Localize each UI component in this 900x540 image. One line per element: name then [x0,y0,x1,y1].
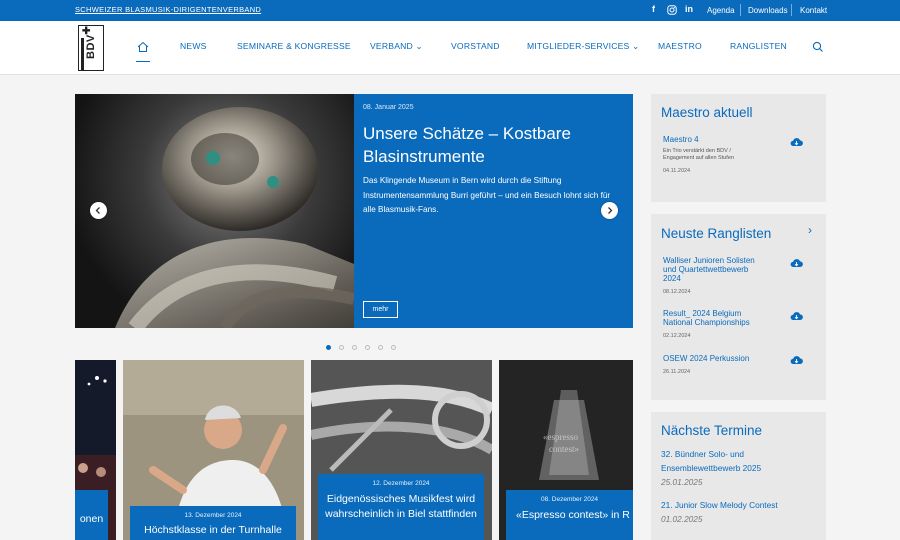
rangliste-item-title[interactable]: Walliser Junioren Solisten und Quartettw… [663,256,768,283]
chevron-right-icon[interactable]: › [808,223,812,237]
news-card-title: Höchstklasse in der Turnhalle [144,524,282,536]
slider-dot[interactable] [390,345,396,350]
rangliste-item-title[interactable]: Result_ 2024 Belgium National Championsh… [663,309,768,327]
chevron-down-icon: ⌄ [415,41,423,51]
nav-mitglieder-services[interactable]: MITGLIEDER-SERVICES ⌄ [527,41,640,52]
maestro-heading: Maestro aktuell [661,105,753,120]
nav-seminare[interactable]: SEMINARE & KONGRESSE [237,41,351,51]
rangliste-item[interactable]: Result_ 2024 Belgium National Championsh… [663,309,803,339]
news-card-title: «Espresso contest» in R musste abgesagt … [516,509,633,521]
nav-news[interactable]: NEWS [180,41,207,51]
linkedin-icon[interactable]: in [685,4,693,14]
maestro-item-subtitle: Ein Trio verstärkt den BDV / Engagement … [663,148,734,161]
nav-verband-label: VERBAND [370,41,413,51]
news-card[interactable]: 13. Dezember 2024 Höchstklasse in der Tu… [123,360,304,540]
nav-verband[interactable]: VERBAND ⌄ [370,41,423,52]
termine-panel: Nächste Termine 32. Bündner Solo- und En… [651,412,826,540]
chevron-left-icon [95,207,100,214]
news-card-label: 12. Dezember 2024 Eidgenössisches Musikf… [318,474,484,540]
downloads-link[interactable]: Downloads [748,6,788,15]
agenda-link[interactable]: Agenda [707,6,735,15]
org-name-link[interactable]: SCHWEIZER BLASMUSIK-DIRIGENTENVERBAND [75,5,261,14]
svg-text:«espresso: «espresso [543,432,578,442]
top-bar: SCHWEIZER BLASMUSIK-DIRIGENTENVERBAND f … [0,0,900,21]
hero-title[interactable]: Unsere Schätze – Kostbare Blasinstrument… [363,122,613,168]
nav-vorstand[interactable]: VORSTAND [451,41,500,51]
maestro-panel: Maestro aktuell Maestro 4 Ein Trio verst… [651,94,826,202]
news-card-date: 12. Dezember 2024 [372,480,430,487]
chevron-down-icon: ⌄ [632,41,640,51]
slider-dot[interactable] [351,345,357,350]
termin-item-date: 01.02.2025 [661,514,703,524]
logo-bar [81,38,84,70]
news-card[interactable]: 12. Dezember 2024 Eidgenössisches Musikf… [311,360,492,540]
hero-date: 08. Januar 2025 [363,104,414,111]
rangliste-item-date: 08.12.2024 [663,289,691,295]
hero-body: Das Klingende Museum in Bern wird durch … [363,176,611,214]
news-card[interactable]: «espresso contest» 08. Dezember 2024 «Es… [499,360,633,540]
news-card-title: onen [79,513,104,525]
slider-next-button[interactable] [601,202,618,219]
bdv-logo[interactable]: ✚ BDV [78,25,104,71]
logo-text: BDV [85,34,97,59]
rangliste-item-date: 02.12.2024 [663,333,691,339]
maestro-item-date: 04.11.2024 [663,168,691,174]
rangliste-item[interactable]: OSEW 2024 Perkussion 26.11.2024 [663,354,803,375]
news-card-date: 13. Dezember 2024 [184,512,242,519]
main-header: ✚ BDV NEWS SEMINARE & KONGRESSE VERBAND … [0,21,900,75]
nav-ranglisten[interactable]: RANGLISTEN [730,41,787,51]
termin-item[interactable]: 32. Bündner Solo- und Ensemblewettbewerb… [661,447,811,487]
trumpet-illustration [115,107,354,328]
home-active-indicator [136,61,150,62]
hero-text-panel: 08. Januar 2025 Unsere Schätze – Kostbar… [354,94,633,328]
slider-dot[interactable] [377,345,383,350]
rangliste-item[interactable]: Walliser Junioren Solisten und Quartettw… [663,256,803,295]
slider-dot[interactable] [364,345,370,350]
termin-item-title[interactable]: 21. Junior Slow Melody Contest [661,498,811,512]
rangliste-item-title[interactable]: OSEW 2024 Perkussion [663,354,803,363]
termin-item-date: 25.01.2025 [661,477,703,487]
nav-maestro[interactable]: MAESTRO [658,41,702,51]
hero-image [75,94,354,328]
cloud-download-icon[interactable] [790,137,803,147]
news-card-date: 08. Dezember 2024 [540,496,599,503]
slider-prev-button[interactable] [90,202,107,219]
ranglisten-panel: Neuste Ranglisten › Walliser Junioren So… [651,214,826,400]
cloud-download-icon[interactable] [790,311,803,321]
news-card-title: Eidgenössisches Musikfest wird wahrschei… [325,493,477,520]
facebook-icon[interactable]: f [652,4,655,14]
slider-dot[interactable] [338,345,344,350]
divider [740,4,741,16]
svg-text:contest»: contest» [549,444,579,454]
nav-mitglieder-label: MITGLIEDER-SERVICES [527,41,630,51]
divider [791,4,792,16]
ranglisten-heading: Neuste Ranglisten [661,226,772,241]
cloud-download-icon[interactable] [790,355,803,365]
news-card-label: 08. Dezember 2024 «Espresso contest» in … [506,490,633,540]
home-icon[interactable] [137,41,149,53]
news-card-label: onen [75,490,108,540]
slider-dots [326,337,399,355]
chevron-right-icon [608,207,613,214]
cloud-download-icon[interactable] [790,258,803,268]
instagram-icon[interactable] [667,5,677,15]
news-card[interactable]: onen [75,360,116,540]
maestro-item-title[interactable]: Maestro 4 [663,135,803,144]
rangliste-item-date: 26.11.2024 [663,369,691,375]
news-card-label: 13. Dezember 2024 Höchstklasse in der Tu… [130,506,296,540]
search-icon[interactable] [812,41,824,53]
termine-heading: Nächste Termine [661,423,763,438]
termin-item[interactable]: 21. Junior Slow Melody Contest 01.02.202… [661,498,811,524]
kontakt-link[interactable]: Kontakt [800,6,827,15]
hero-more-button[interactable]: mehr [363,301,398,318]
maestro-item[interactable]: Maestro 4 Ein Trio verstärkt den BDV / E… [663,135,803,174]
slider-dot[interactable] [326,345,331,350]
termin-item-title[interactable]: 32. Bündner Solo- und Ensemblewettbewerb… [661,447,811,475]
